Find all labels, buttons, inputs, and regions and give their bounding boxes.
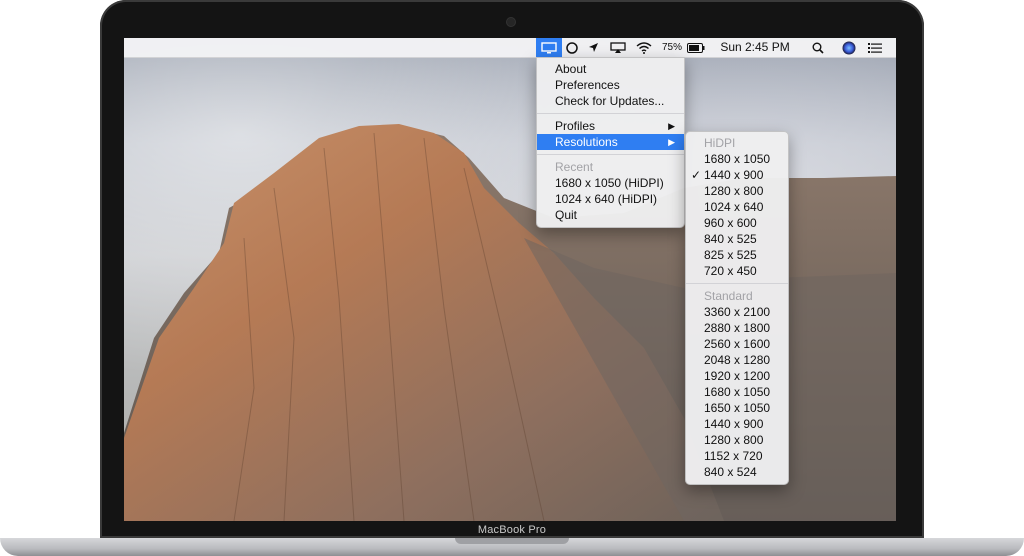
menu-item-about[interactable]: About (537, 61, 684, 77)
menu-item-check-updates[interactable]: Check for Updates... (537, 93, 684, 109)
location-arrow-icon[interactable] (585, 38, 601, 57)
menu-item-resolutions[interactable]: Resolutions ▶ (537, 134, 684, 150)
resolution-label: 1440 x 900 (704, 417, 764, 431)
submenu-arrow-icon: ▶ (668, 121, 675, 131)
resolution-label: 1440 x 900 (704, 168, 764, 182)
battery-icon[interactable] (686, 38, 706, 57)
resolution-label: 960 x 600 (704, 216, 757, 230)
resolution-item[interactable]: 825 x 525 (686, 247, 788, 263)
menu-bar: 75% Sun 2:45 PM (124, 38, 896, 58)
resolution-item[interactable]: 3360 x 2100 (686, 304, 788, 320)
resolution-label: 1680 x 1050 (704, 385, 771, 399)
resolutions-submenu: HiDPI 1680 x 1050 ✓ 1440 x 900 1280 x 800 10… (685, 131, 789, 485)
menu-separator (686, 283, 788, 284)
resolution-item[interactable]: 840 x 524 (686, 464, 788, 480)
menu-header-recent: Recent (555, 160, 594, 174)
resolution-item[interactable]: 840 x 525 (686, 231, 788, 247)
resolution-item[interactable]: 720 x 450 (686, 263, 788, 279)
menu-item-quit[interactable]: Quit (537, 207, 684, 223)
search-icon[interactable] (810, 38, 826, 57)
resolution-label: 2560 x 1600 (704, 337, 771, 351)
menu-item-profiles[interactable]: Profiles ▶ (537, 118, 684, 134)
menu-item-profiles-label: Profiles (555, 119, 596, 133)
wifi-icon[interactable] (634, 38, 654, 57)
resolution-item[interactable]: 1024 x 640 (686, 199, 788, 215)
resolution-item[interactable]: 1680 x 1050 (686, 384, 788, 400)
camera-icon (507, 18, 515, 26)
menu-item-recent-1[interactable]: 1680 x 1050 (HiDPI) (537, 175, 684, 191)
resolution-label: 825 x 525 (704, 248, 757, 262)
resolution-label: 1680 x 1050 (704, 152, 771, 166)
siri-icon[interactable] (840, 38, 858, 57)
menu-separator (537, 154, 684, 155)
resolution-label: 1024 x 640 (704, 200, 764, 214)
screen-bezel: 75% Sun 2:45 PM About Preferences Check … (100, 0, 924, 538)
resolution-item[interactable]: 2048 x 1280 (686, 352, 788, 368)
submenu-header-hidpi: HiDPI (704, 136, 736, 150)
resolution-item[interactable]: 1280 x 800 (686, 183, 788, 199)
resolution-label: 840 x 525 (704, 232, 757, 246)
resolution-item[interactable]: 2880 x 1800 (686, 320, 788, 336)
resolution-item[interactable]: 1920 x 1200 (686, 368, 788, 384)
menu-item-resolutions-label: Resolutions (555, 135, 618, 149)
menu-item-preferences[interactable]: Preferences (537, 77, 684, 93)
resolution-item[interactable]: 1152 x 720 (686, 448, 788, 464)
resolution-label: 1650 x 1050 (704, 401, 771, 415)
hidpi-list: 1680 x 1050 ✓ 1440 x 900 1280 x 800 1024 x 6… (686, 151, 788, 279)
airplay-icon[interactable] (608, 38, 628, 57)
resolution-label: 3360 x 2100 (704, 305, 771, 319)
menubar-clock[interactable]: Sun 2:45 PM (718, 38, 792, 57)
resolution-label: 2048 x 1280 (704, 353, 771, 367)
resolution-label: 1280 x 800 (704, 433, 764, 447)
resolution-label: 720 x 450 (704, 264, 757, 278)
menu-separator (537, 113, 684, 114)
resolution-item[interactable]: 1440 x 900 (686, 416, 788, 432)
checkmark-icon: ✓ (691, 168, 702, 182)
notification-list-icon[interactable] (866, 38, 884, 57)
resolution-item[interactable]: 1280 x 800 (686, 432, 788, 448)
laptop-notch (455, 538, 569, 544)
macbook-brand-label: MacBook Pro (477, 524, 547, 536)
standard-list: 3360 x 2100 2880 x 1800 2560 x 1600 2048 x … (686, 304, 788, 480)
circle-icon[interactable] (564, 38, 580, 57)
resolution-item[interactable]: 960 x 600 (686, 215, 788, 231)
laptop-base (0, 538, 1024, 556)
resolution-label: 1152 x 720 (704, 449, 763, 463)
laptop-frame: 75% Sun 2:45 PM About Preferences Check … (0, 0, 1024, 556)
submenu-arrow-icon: ▶ (668, 137, 675, 147)
resolution-label: 840 x 524 (704, 465, 757, 479)
resolution-label: 2880 x 1800 (704, 321, 771, 335)
resolution-label: 1280 x 800 (704, 184, 764, 198)
menu-item-recent-2[interactable]: 1024 x 640 (HiDPI) (537, 191, 684, 207)
resolution-item[interactable]: ✓ 1440 x 900 (686, 167, 788, 183)
resolution-item[interactable]: 1680 x 1050 (686, 151, 788, 167)
resolution-item[interactable]: 1650 x 1050 (686, 400, 788, 416)
app-dropdown-menu: About Preferences Check for Updates... P… (536, 57, 685, 228)
display-icon[interactable] (536, 38, 562, 57)
submenu-header-standard: Standard (704, 289, 753, 303)
resolution-label: 1920 x 1200 (704, 369, 771, 383)
battery-percent: 75% (661, 42, 682, 53)
desktop-screen: 75% Sun 2:45 PM About Preferences Check … (124, 38, 896, 521)
resolution-item[interactable]: 2560 x 1600 (686, 336, 788, 352)
